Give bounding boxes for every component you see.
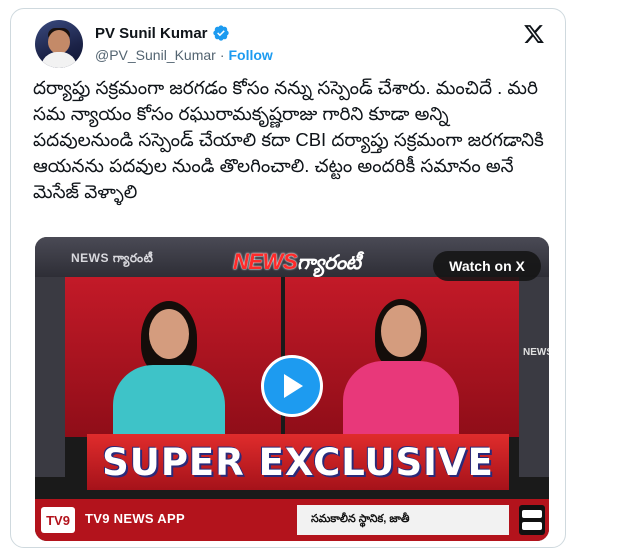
news-side-label: NEWS [523,347,549,358]
author-handle-row: @PV_Sunil_Kumar · Follow [95,47,273,63]
tweet-card: PV Sunil Kumar @PV_Sunil_Kumar · Follow … [10,8,566,548]
author-handle[interactable]: @PV_Sunil_Kumar [95,47,216,63]
anchor-right-face [381,305,421,357]
news-ticker: సమకాలీన స్థానిక, జాతీ [297,505,509,535]
news-logo-main: NEWS [233,249,298,274]
studio-side-left [35,277,65,477]
follow-button[interactable]: Follow [229,47,273,63]
store-badge-top [522,510,542,518]
author-name[interactable]: PV Sunil Kumar [95,25,208,42]
app-store-badge-icon [519,505,545,535]
video-thumbnail[interactable]: NEWS గ్యారంటీ NEWSగ్యారంటీ NEWS Watch on… [35,237,549,541]
studio-side-right [519,277,549,477]
tweet-text: దర్యాప్తు సక్రమంగా జరగడం కోసం నన్ను సస్ప… [33,77,544,202]
play-button[interactable] [261,355,323,417]
avatar-shirt [41,52,77,68]
author-name-row: PV Sunil Kumar [95,23,230,43]
store-badge-bottom [522,522,542,530]
news-logo: NEWSగ్యారంటీ [233,249,361,279]
tv9-logo: TV9 [41,507,75,533]
tv9-app-label: TV9 NEWS APP [85,511,185,526]
separator-dot: · [219,47,225,63]
play-icon [284,374,303,398]
avatar[interactable] [35,20,83,68]
verified-badge-icon [212,25,229,41]
avatar-face [48,30,70,54]
anchor-right-outfit [343,361,459,437]
anchor-left-outfit [113,365,225,437]
news-logo-telugu: గ్యారంటీ [297,252,361,274]
super-exclusive-banner: SUPER EXCLUSIVE [87,434,509,490]
watch-on-x-button[interactable]: Watch on X [433,251,541,281]
banner-text: SUPER EXCLUSIVE [102,440,494,484]
news-left-label: NEWS గ్యారంటీ [71,251,154,265]
channel-bottom-bar: TV9 TV9 NEWS APP సమకాలీన స్థానిక, జాతీ [35,499,549,541]
anchor-left-face [149,309,189,359]
x-logo-icon[interactable] [523,23,545,45]
